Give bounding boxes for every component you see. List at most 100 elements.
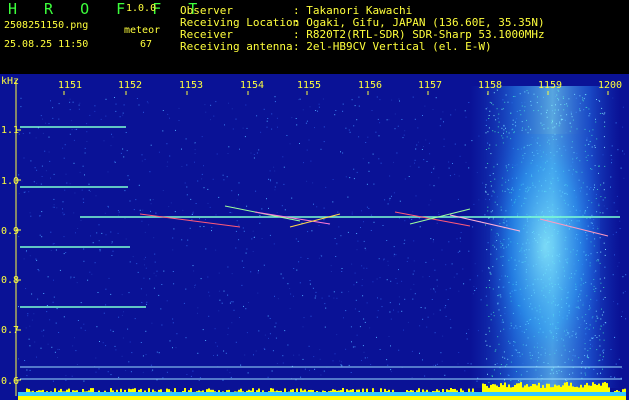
noise-pixel — [320, 148, 322, 150]
noise-pixel — [69, 101, 71, 103]
noise-pixel — [43, 329, 45, 331]
noise-pixel — [468, 329, 470, 330]
noise-pixel — [161, 324, 163, 326]
noise-pixel — [310, 160, 312, 162]
baseline-bar — [520, 382, 522, 400]
noise-pixel — [393, 255, 395, 257]
noise-pixel — [52, 243, 54, 245]
noise-pixel — [244, 136, 246, 138]
noise-pixel — [145, 354, 147, 356]
noise-pixel — [145, 256, 146, 258]
noise-pixel — [439, 125, 441, 127]
noise-pixel — [195, 203, 197, 204]
noise-pixel — [413, 260, 415, 262]
noise-pixel — [423, 159, 425, 161]
noise-pixel — [436, 285, 438, 287]
noise-pixel — [219, 299, 221, 301]
noise-pixel — [459, 237, 461, 239]
noise-pixel — [212, 178, 214, 180]
noise-pixel — [432, 109, 434, 110]
noise-pixel — [282, 156, 284, 158]
noise-pixel — [120, 152, 122, 154]
noise-pixel — [122, 112, 124, 114]
noise-pixel — [69, 98, 71, 100]
noise-pixel — [154, 261, 156, 263]
noise-pixel — [450, 327, 452, 329]
noise-pixel — [134, 318, 136, 320]
noise-pixel — [298, 99, 300, 101]
noise-pixel — [271, 113, 273, 115]
noise-pixel — [361, 360, 362, 361]
noise-pixel — [216, 153, 218, 155]
noise-pixel — [389, 197, 391, 199]
noise-pixel — [40, 347, 42, 349]
noise-pixel — [223, 179, 225, 181]
noise-pixel — [111, 243, 113, 244]
noise-pixel — [454, 143, 456, 145]
noise-pixel — [74, 129, 76, 130]
noise-pixel — [325, 186, 327, 188]
noise-pixel — [302, 109, 304, 111]
noise-pixel — [29, 325, 31, 327]
noise-pixel — [287, 283, 289, 285]
noise-pixel — [178, 120, 180, 121]
noise-pixel — [140, 342, 142, 343]
noise-pixel — [408, 217, 410, 219]
noise-pixel — [359, 326, 361, 328]
noise-pixel — [112, 136, 114, 138]
noise-pixel — [264, 334, 266, 336]
noise-pixel — [433, 313, 435, 315]
noise-pixel — [79, 102, 81, 104]
x-tick-label: 1155 — [297, 80, 321, 91]
noise-pixel — [309, 283, 311, 285]
noise-pixel — [323, 126, 325, 128]
noise-pixel — [158, 294, 160, 296]
noise-pixel — [258, 149, 260, 151]
noise-pixel — [40, 183, 42, 185]
noise-pixel — [340, 151, 341, 153]
noise-pixel — [408, 176, 410, 177]
noise-pixel — [200, 278, 202, 280]
noise-pixel — [305, 122, 307, 124]
noise-pixel — [63, 157, 65, 159]
noise-pixel — [367, 136, 369, 138]
noise-pixel — [205, 219, 206, 221]
noise-pixel — [330, 271, 332, 272]
noise-pixel — [53, 173, 55, 175]
noise-pixel — [144, 264, 145, 266]
noise-pixel — [94, 110, 96, 112]
noise-pixel — [80, 302, 82, 304]
noise-pixel — [218, 272, 220, 274]
noise-pixel — [209, 206, 211, 208]
baseline-bar — [564, 382, 566, 400]
noise-pixel — [41, 330, 43, 332]
noise-pixel — [100, 118, 102, 120]
noise-pixel — [227, 294, 229, 296]
noise-pixel — [449, 175, 451, 177]
noise-pixel — [190, 198, 192, 200]
noise-pixel — [128, 179, 130, 181]
noise-pixel — [319, 358, 321, 360]
noise-pixel — [70, 276, 72, 278]
noise-pixel — [377, 297, 378, 299]
noise-pixel — [235, 247, 237, 249]
noise-pixel — [625, 318, 627, 320]
noise-pixel — [303, 162, 304, 164]
noise-pixel — [147, 102, 149, 104]
noise-pixel — [622, 106, 624, 108]
noise-pixel — [345, 176, 347, 178]
noise-pixel — [356, 119, 358, 121]
noise-pixel — [73, 162, 75, 164]
noise-pixel — [334, 238, 336, 239]
noise-pixel — [111, 133, 112, 135]
x-tick-label: 1153 — [179, 80, 203, 91]
noise-pixel — [426, 161, 428, 162]
noise-pixel — [343, 317, 344, 319]
noise-pixel — [64, 189, 66, 191]
noise-pixel — [395, 254, 397, 256]
noise-pixel — [175, 129, 176, 131]
noise-pixel — [317, 110, 318, 112]
noise-pixel — [152, 199, 154, 200]
noise-pixel — [411, 377, 413, 378]
noise-pixel — [18, 193, 20, 195]
